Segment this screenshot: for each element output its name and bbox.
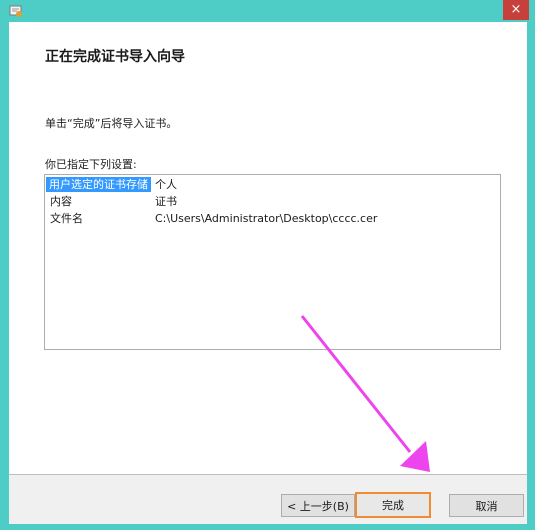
annotation-arrow-icon bbox=[300, 315, 430, 472]
wizard-window: × 正在完成证书导入向导 单击“完成”后将导入证书。 你已指定下列设置: 用户选… bbox=[0, 0, 535, 530]
